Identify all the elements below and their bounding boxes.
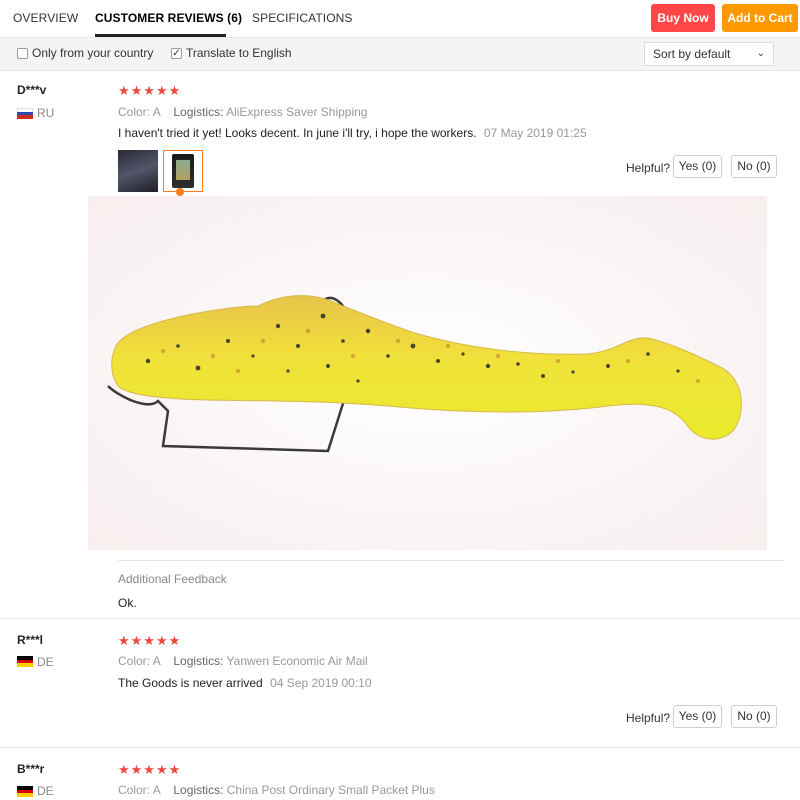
- logistics-value: AliExpress Saver Shipping: [226, 105, 368, 119]
- reviewer-name: D***v: [17, 83, 47, 97]
- review-date: 04 Sep 2019 00:10: [270, 676, 372, 690]
- review-photo-thumbnail[interactable]: [118, 150, 158, 192]
- logistics-label: Logistics:: [173, 783, 224, 797]
- only-country-checkbox[interactable]: [17, 48, 28, 59]
- divider: [118, 560, 784, 561]
- color-value: A: [152, 654, 161, 668]
- additional-feedback-text: Ok.: [118, 596, 137, 610]
- review-divider: [0, 618, 800, 619]
- logistics-label: Logistics:: [173, 105, 224, 119]
- review-text-line: I haven't tried it yet! Looks decent. In…: [118, 126, 587, 140]
- fishing-lure-image: [88, 196, 767, 550]
- review-date: 07 May 2019 01:25: [483, 126, 587, 140]
- translate-checkbox[interactable]: ✓: [171, 48, 182, 59]
- tab-overview[interactable]: OVERVIEW: [13, 11, 78, 25]
- reviewer-name: B***r: [17, 762, 45, 776]
- sort-dropdown[interactable]: Sort by default ⌄: [644, 42, 774, 66]
- chevron-down-icon: ⌄: [756, 48, 765, 59]
- translate-label[interactable]: Translate to English: [186, 46, 292, 60]
- review-text: I haven't tried it yet! Looks decent. In…: [118, 126, 477, 140]
- star-rating: ★★★★★: [118, 83, 182, 98]
- star-rating: ★★★★★: [118, 762, 182, 777]
- helpful-yes-button[interactable]: Yes (0): [673, 155, 722, 178]
- tab-specifications[interactable]: SPECIFICATIONS: [252, 11, 353, 25]
- review-photo-enlarged[interactable]: [88, 196, 767, 550]
- reviewer-country: DE: [37, 655, 54, 669]
- star-rating: ★★★★★: [118, 633, 182, 648]
- reviewer-name: R***l: [17, 633, 44, 647]
- buy-now-button[interactable]: Buy Now: [651, 4, 715, 32]
- review-meta: Color: A Logistics: Yanwen Economic Air …: [118, 654, 368, 668]
- color-label: Color:: [118, 654, 151, 668]
- review-text-line: The Goods is never arrived 04 Sep 2019 0…: [118, 676, 372, 690]
- color-value: A: [152, 783, 161, 797]
- color-label: Color:: [118, 105, 151, 119]
- only-country-label[interactable]: Only from your country: [32, 46, 153, 60]
- helpful-no-button[interactable]: No (0): [731, 155, 777, 178]
- helpful-label: Helpful?: [626, 711, 671, 725]
- helpful-yes-button[interactable]: Yes (0): [673, 705, 722, 728]
- tab-customer-reviews[interactable]: CUSTOMER REVIEWS (6): [95, 11, 242, 25]
- review-filter-bar: Only from your country ✓ Translate to En…: [0, 38, 800, 71]
- active-tab-indicator: [95, 34, 226, 37]
- review-text: The Goods is never arrived: [118, 676, 263, 690]
- additional-feedback-label: Additional Feedback: [118, 572, 227, 586]
- sort-value: Sort by default: [653, 47, 731, 61]
- tab-bar: OVERVIEW CUSTOMER REVIEWS (6) SPECIFICAT…: [0, 0, 800, 38]
- helpful-no-button[interactable]: No (0): [731, 705, 777, 728]
- germany-flag-icon: [17, 786, 33, 797]
- helpful-label: Helpful?: [626, 161, 671, 175]
- review-meta: Color: A Logistics: China Post Ordinary …: [118, 783, 435, 797]
- logistics-value: Yanwen Economic Air Mail: [226, 654, 368, 668]
- review-meta: Color: A Logistics: AliExpress Saver Shi…: [118, 105, 367, 119]
- review-divider: [0, 747, 800, 748]
- russia-flag-icon: [17, 108, 33, 119]
- reviewer-country: DE: [37, 784, 54, 798]
- review-photo-thumbnail-selected[interactable]: [163, 150, 203, 192]
- logistics-value: China Post Ordinary Small Packet Plus: [226, 783, 435, 797]
- reviewer-country: RU: [37, 106, 55, 120]
- logistics-label: Logistics:: [173, 654, 224, 668]
- selected-thumbnail-indicator: [176, 188, 184, 196]
- color-label: Color:: [118, 783, 151, 797]
- add-to-cart-button[interactable]: Add to Cart: [722, 4, 798, 32]
- germany-flag-icon: [17, 656, 33, 667]
- color-value: A: [152, 105, 161, 119]
